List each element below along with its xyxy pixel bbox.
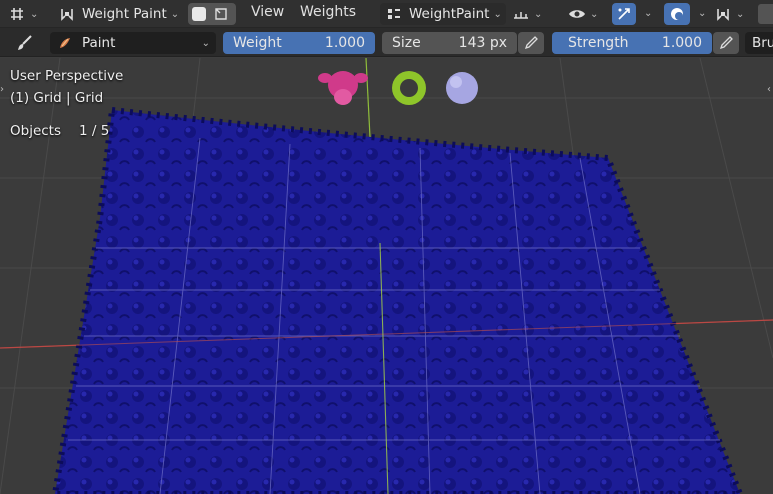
mode-icon	[58, 5, 76, 23]
chevron-down-icon: ⌄	[534, 8, 543, 20]
pen-pressure-icon	[717, 34, 735, 52]
brush-tool-icon[interactable]	[16, 34, 34, 52]
orientation-icon	[512, 5, 530, 23]
objects-stat-value: 1 / 5	[79, 123, 110, 139]
brush-name: Paint	[82, 35, 116, 51]
brush-selector[interactable]: Paint ⌄	[50, 32, 216, 54]
visibility-toggle[interactable]: ⌄	[568, 3, 598, 25]
workspace-selector[interactable]: WeightPaint ⌄	[380, 3, 506, 25]
workspace-label: WeightPaint	[409, 6, 490, 22]
chevron-down-icon[interactable]: ⌄	[698, 8, 706, 19]
snap-icon[interactable]	[758, 4, 773, 24]
monkey-icon	[318, 71, 368, 105]
overlay-icon	[668, 5, 686, 23]
3d-viewport[interactable]: User Perspective (1) Grid | Grid Objects…	[0, 58, 773, 494]
gizmo-toggle[interactable]	[612, 3, 636, 25]
weight-label: Weight	[233, 35, 282, 51]
view-name: User Perspective	[10, 68, 124, 84]
mode-label: Weight Paint	[82, 6, 167, 22]
strength-value: 1.000	[661, 35, 702, 51]
paint-mask-toggle[interactable]	[188, 3, 236, 25]
size-pressure-toggle[interactable]	[518, 32, 544, 54]
viewport-header: ⌄ Weight Paint ⌄ View Weights WeightPain…	[0, 0, 773, 28]
chevron-down-icon[interactable]: ⌄	[644, 8, 652, 19]
shading-icon	[714, 5, 732, 23]
size-label: Size	[392, 35, 421, 51]
strength-slider[interactable]: Strength 1.000	[552, 32, 712, 54]
chevron-down-icon: ⌄	[30, 8, 39, 20]
weight-slider[interactable]: Weight 1.000	[223, 32, 375, 54]
chevron-down-icon: ⌄	[201, 37, 210, 49]
face-mask-icon	[192, 7, 206, 21]
chevron-down-icon: ⌄	[170, 8, 180, 20]
sidebar-expand-icon[interactable]: ‹	[767, 84, 771, 95]
menu-weights[interactable]: Weights	[300, 4, 356, 20]
transform-orientation[interactable]: ⌄	[512, 3, 542, 25]
pen-pressure-icon	[522, 34, 540, 52]
weight-value: 1.000	[324, 35, 365, 51]
sphere-icon	[446, 72, 478, 104]
mode-selector[interactable]: Weight Paint ⌄	[52, 3, 182, 25]
vertex-mask-icon	[212, 5, 230, 23]
editor-type-selector[interactable]: ⌄	[8, 3, 38, 25]
tool-settings-bar: Paint ⌄ Weight 1.000 Size 143 px Strengt…	[0, 28, 773, 57]
workspace-icon	[385, 5, 403, 23]
overlay-toggle[interactable]	[664, 3, 690, 25]
strength-pressure-toggle[interactable]	[713, 32, 739, 54]
shading-selector[interactable]: ⌄	[714, 3, 744, 25]
chevron-down-icon: ⌄	[736, 8, 745, 20]
size-field[interactable]: Size 143 px	[382, 32, 517, 54]
brush-menu-label: Bru	[752, 35, 773, 51]
brush-preview-icon	[56, 34, 74, 52]
strength-label: Strength	[568, 35, 629, 51]
menu-view[interactable]: View	[251, 4, 284, 20]
toolbar-expand-icon[interactable]: ›	[0, 84, 4, 95]
object-info: (1) Grid | Grid	[10, 90, 104, 106]
chevron-down-icon: ⌄	[493, 8, 502, 20]
size-value: 143 px	[458, 35, 507, 51]
editor-type-icon	[8, 5, 26, 23]
gizmo-icon	[615, 5, 633, 23]
brush-menu[interactable]: Bru	[745, 32, 773, 54]
viewport-canvas	[0, 58, 773, 494]
objects-stat-label: Objects	[10, 123, 62, 139]
chevron-down-icon: ⌄	[590, 8, 599, 20]
grid-mesh	[0, 106, 773, 494]
gear-icon	[392, 71, 426, 105]
visibility-icon	[568, 5, 586, 23]
